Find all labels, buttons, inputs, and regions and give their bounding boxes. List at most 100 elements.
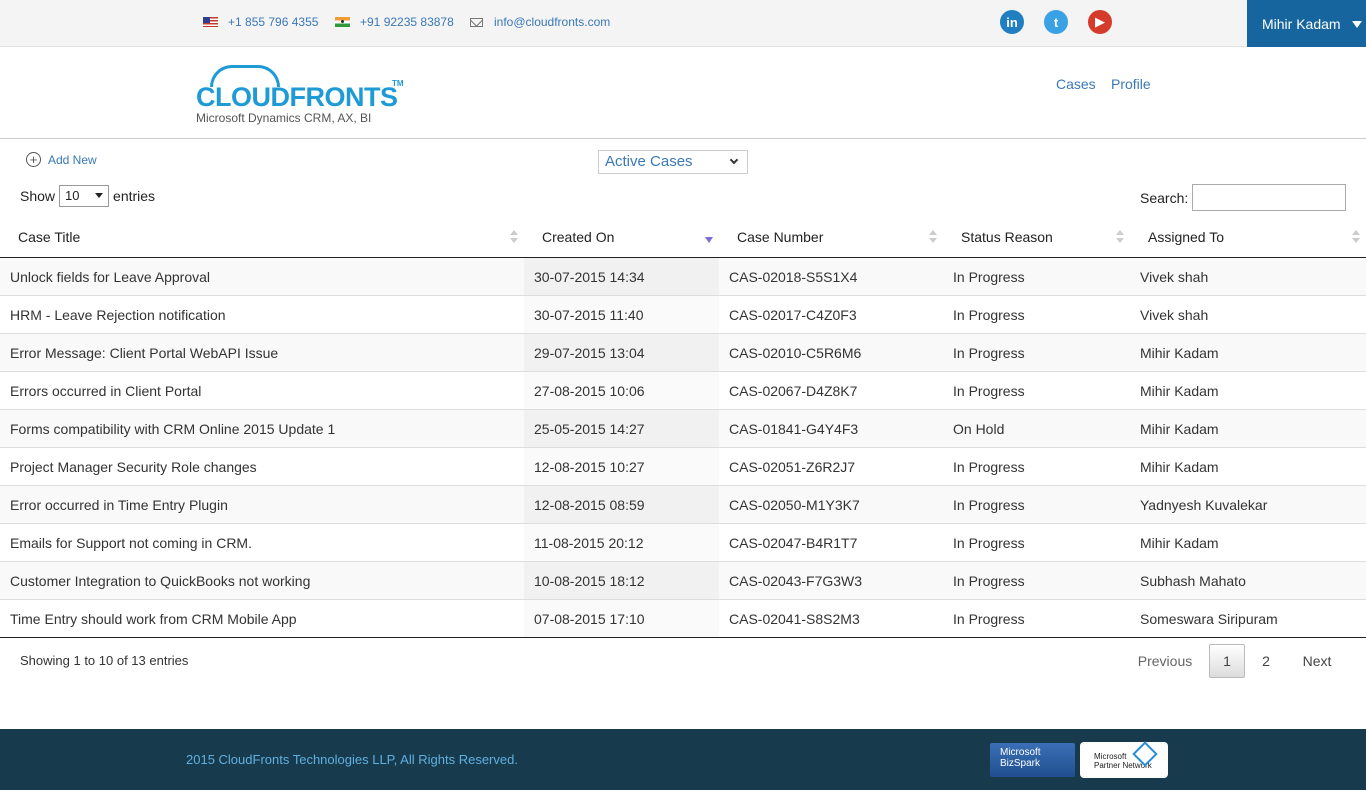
cell-assigned-to: Mihir Kadam	[1140, 535, 1219, 551]
cell-case-number: CAS-02047-B4R1T7	[729, 535, 858, 551]
table-row[interactable]: Project Manager Security Role changes 12-…	[0, 448, 1366, 486]
plus-circle-icon: +	[26, 152, 41, 167]
cell-case-title[interactable]: Emails for Support not coming in CRM.	[10, 535, 252, 551]
cell-status-reason: In Progress	[953, 459, 1025, 475]
table-row[interactable]: Error occurred in Time Entry Plugin 12-08…	[0, 486, 1366, 524]
cases-table: Case Title Created On Case Number Status…	[0, 218, 1366, 638]
column-header-status-reason[interactable]: Status Reason	[961, 229, 1053, 245]
top-bar: +1 855 796 4355 +91 92235 83878 info@clo…	[0, 0, 1366, 47]
table-row[interactable]: Forms compatibility with CRM Online 2015…	[0, 410, 1366, 448]
cloudfronts-logo[interactable]: CLOUDFRONTS TM	[196, 63, 416, 112]
sort-icon[interactable]	[1352, 230, 1360, 244]
email-link[interactable]: info@cloudfronts.com	[470, 15, 610, 29]
cell-assigned-to: Yadnyesh Kuvalekar	[1140, 497, 1268, 513]
table-info: Showing 1 to 10 of 13 entries	[20, 653, 189, 668]
cell-assigned-to: Someswara Siripuram	[1140, 611, 1278, 627]
copyright-text: 2015 CloudFronts Technologies LLP, All R…	[186, 752, 518, 767]
phone-in[interactable]: +91 92235 83878	[335, 15, 454, 29]
add-new-label: Add New	[48, 152, 97, 167]
caret-down-icon	[95, 193, 104, 198]
search-input[interactable]	[1192, 184, 1346, 211]
table-row[interactable]: Error Message: Client Portal WebAPI Issu…	[0, 334, 1366, 372]
cell-case-title[interactable]: Project Manager Security Role changes	[10, 459, 257, 475]
cell-case-title[interactable]: Error occurred in Time Entry Plugin	[10, 497, 228, 513]
user-name: Mihir Kadam	[1262, 15, 1341, 32]
caret-down-icon	[1352, 21, 1362, 28]
add-new-button[interactable]: + Add New	[26, 152, 97, 167]
nav-cases[interactable]: Cases	[1056, 76, 1096, 92]
cell-case-title[interactable]: Errors occurred in Client Portal	[10, 383, 201, 399]
site-footer: 2015 CloudFronts Technologies LLP, All R…	[0, 729, 1366, 790]
case-view-select[interactable]: Active Cases	[598, 150, 748, 174]
cell-created-on: 07-08-2015 17:10	[534, 611, 645, 627]
cell-status-reason: In Progress	[953, 269, 1025, 285]
cell-case-number: CAS-02017-C4Z0F3	[729, 307, 857, 323]
search-label: Search:	[1140, 190, 1189, 206]
cell-created-on: 11-08-2015 20:12	[534, 535, 644, 551]
cell-created-on: 30-07-2015 11:40	[534, 307, 644, 323]
cell-case-title[interactable]: Time Entry should work from CRM Mobile A…	[10, 611, 297, 627]
cell-created-on: 27-08-2015 10:06	[534, 383, 645, 399]
nav-profile[interactable]: Profile	[1111, 76, 1151, 92]
table-row[interactable]: Unlock fields for Leave Approval 30-07-20…	[0, 258, 1366, 296]
table-row[interactable]: Errors occurred in Client Portal 27-08-20…	[0, 372, 1366, 410]
phone-us[interactable]: +1 855 796 4355	[203, 15, 318, 29]
twitter-icon[interactable]: t	[1044, 10, 1068, 34]
table-row[interactable]: HRM - Leave Rejection notification 30-07-…	[0, 296, 1366, 334]
page-length-select[interactable]: 10	[59, 185, 110, 207]
cell-status-reason: On Hold	[953, 421, 1005, 437]
cell-case-number: CAS-02018-S5S1X4	[729, 269, 858, 285]
sort-icon[interactable]	[929, 230, 937, 244]
user-menu[interactable]: Mihir Kadam	[1247, 0, 1366, 47]
cell-assigned-to: Vivek shah	[1140, 269, 1209, 285]
table-row[interactable]: Time Entry should work from CRM Mobile A…	[0, 600, 1366, 638]
bizspark-line1: Microsoft	[1000, 747, 1041, 758]
youtube-icon[interactable]: ▶	[1088, 10, 1112, 34]
bizspark-badge: Microsoft BizSpark	[990, 743, 1075, 777]
cell-case-title[interactable]: Customer Integration to QuickBooks not w…	[10, 573, 310, 589]
column-header-assigned-to[interactable]: Assigned To	[1148, 229, 1224, 245]
page-2-button[interactable]: 2	[1249, 644, 1283, 678]
cell-created-on: 10-08-2015 18:12	[534, 573, 645, 589]
cell-case-number: CAS-01841-G4Y4F3	[729, 421, 859, 437]
cell-case-title[interactable]: Error Message: Client Portal WebAPI Issu…	[10, 345, 278, 361]
show-label: Show	[20, 188, 56, 204]
cell-status-reason: In Progress	[953, 497, 1025, 513]
cell-case-number: CAS-02050-M1Y3K7	[729, 497, 860, 513]
table-header: Case Title Created On Case Number Status…	[0, 218, 1366, 258]
tagline: Microsoft Dynamics CRM, AX, BI	[196, 111, 372, 125]
cell-created-on: 25-05-2015 14:27	[534, 421, 645, 437]
cell-case-title[interactable]: Unlock fields for Leave Approval	[10, 269, 210, 285]
cell-case-title[interactable]: HRM - Leave Rejection notification	[10, 307, 226, 323]
cell-assigned-to: Mihir Kadam	[1140, 345, 1219, 361]
next-page-button[interactable]: Next	[1290, 644, 1344, 678]
cell-assigned-to: Mihir Kadam	[1140, 421, 1219, 437]
sort-icon[interactable]	[1116, 230, 1124, 244]
cell-case-number: CAS-02043-F7G3W3	[729, 573, 863, 589]
site-header: CLOUDFRONTS TM Microsoft Dynamics CRM, A…	[0, 47, 1366, 139]
entries-label: entries	[113, 188, 156, 204]
column-header-created-on[interactable]: Created On	[542, 229, 614, 245]
logo-text: CLOUDFRONTS	[196, 82, 398, 112]
table-row[interactable]: Emails for Support not coming in CRM. 11-…	[0, 524, 1366, 562]
us-flag-icon	[203, 17, 218, 27]
cell-status-reason: In Progress	[953, 611, 1025, 627]
bizspark-line2: BizSpark	[1000, 758, 1041, 769]
column-header-case-title[interactable]: Case Title	[18, 229, 80, 245]
page-1-button[interactable]: 1	[1209, 644, 1245, 678]
previous-page-button[interactable]: Previous	[1127, 644, 1203, 678]
column-header-case-number[interactable]: Case Number	[737, 229, 823, 245]
sort-icon[interactable]	[510, 230, 518, 244]
sort-descending-icon[interactable]	[705, 237, 713, 243]
cell-case-title[interactable]: Forms compatibility with CRM Online 2015…	[10, 421, 335, 437]
mail-icon	[470, 17, 483, 27]
cell-case-number: CAS-02067-D4Z8K7	[729, 383, 858, 399]
table-row[interactable]: Customer Integration to QuickBooks not w…	[0, 562, 1366, 600]
page-length-value: 10	[65, 188, 80, 203]
cell-assigned-to: Mihir Kadam	[1140, 383, 1219, 399]
cell-created-on: 30-07-2015 14:34	[534, 269, 645, 285]
cell-case-number: CAS-02051-Z6R2J7	[729, 459, 856, 475]
mpn-line2: Partner Network	[1094, 761, 1152, 770]
linkedin-icon[interactable]: in	[1000, 10, 1024, 34]
cell-status-reason: In Progress	[953, 383, 1025, 399]
